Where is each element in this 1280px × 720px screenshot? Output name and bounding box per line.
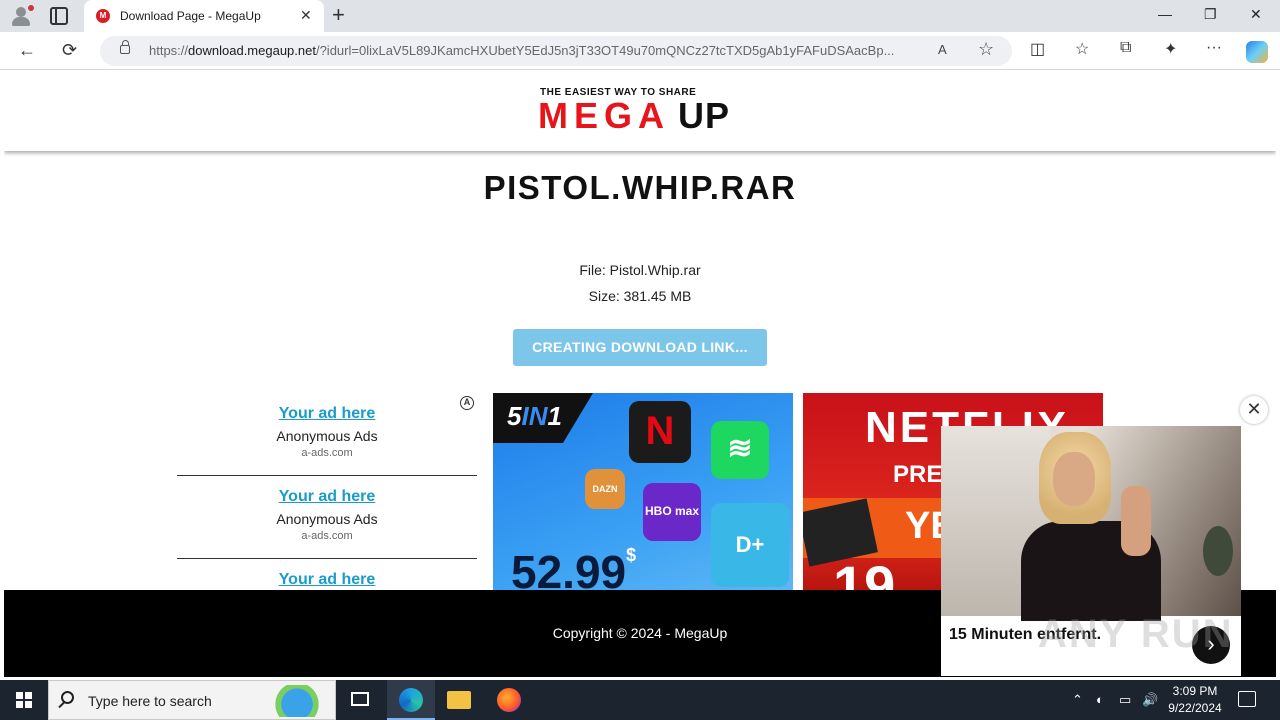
ad-domain: a-ads.com (301, 447, 353, 459)
browser-tab-active[interactable]: M Download Page - MegaUp ✕ (84, 0, 324, 32)
logo-up: UP (678, 95, 731, 136)
megaup-favicon-icon: M (96, 9, 110, 23)
copilot-icon[interactable] (1246, 41, 1268, 63)
windows-start-icon[interactable] (16, 692, 32, 708)
download-button[interactable]: CREATING DOWNLOAD LINK... (513, 329, 767, 366)
windows-taskbar: Type here to search ⌃ ◐ ▭ 🔊 3:09 PM 9/22… (0, 680, 1280, 720)
five-in-one-label: 5IN1 (507, 401, 562, 432)
favorite-star-icon[interactable]: ☆ (978, 39, 994, 60)
volume-icon[interactable]: 🔊 (1142, 692, 1158, 708)
tray-chevron-icon[interactable]: ⌃ (1072, 692, 1083, 708)
file-size-text: Size: 381.45 MB (588, 288, 692, 304)
url-path: /?idurl=0lixLaV5L89JKamcHXUbetY5EdJ5n3jT… (315, 43, 895, 58)
taskbar-firefox[interactable] (485, 680, 533, 720)
address-toolbar: ← ⟳ https://download.megaup.net/?idurl=0… (0, 32, 1280, 70)
banner2-premium-text: PRE (893, 461, 943, 488)
taskbar-edge[interactable] (387, 680, 435, 720)
text-ad-unit[interactable]: Your ad here Anonymous Ads a-ads.com (177, 393, 477, 476)
new-tab-button[interactable]: + (332, 3, 345, 27)
ad-link[interactable]: Your ad here (177, 405, 477, 423)
meet-now-icon[interactable]: ◐ (1096, 692, 1104, 707)
firefox-icon (497, 688, 521, 712)
popup-ad-photo[interactable] (941, 426, 1241, 621)
ad-link[interactable]: Your ad here (177, 488, 477, 506)
taskbar-clock[interactable]: 3:09 PM 9/22/2024 (1160, 683, 1230, 717)
netflix-app-icon: N (629, 401, 691, 463)
read-aloud-icon[interactable]: A (938, 42, 947, 57)
task-view-icon (351, 692, 369, 706)
browser-essentials-icon[interactable]: ✦ (1164, 39, 1177, 59)
notification-icon[interactable] (1238, 691, 1256, 707)
taskbar-file-explorer[interactable] (435, 680, 483, 720)
page-title: PISTOL.WHIP.RAR (483, 169, 797, 206)
restore-button[interactable]: ❐ (1204, 6, 1217, 23)
price-currency: $ (626, 545, 637, 565)
address-bar[interactable]: https://download.megaup.net/?idurl=0lixL… (100, 36, 1012, 66)
settings-menu-icon[interactable]: ··· (1206, 39, 1222, 57)
spotify-app-icon: ≋ (711, 421, 769, 479)
lock-icon[interactable] (120, 40, 130, 54)
bundle-price: 52.99$ (511, 545, 636, 593)
text-ads-column: A Your ad here Anonymous Ads a-ads.com Y… (177, 393, 477, 593)
profile-icon[interactable] (8, 4, 36, 28)
disney-plus-app-icon: D+ (711, 503, 789, 587)
ad-name: Anonymous Ads (276, 511, 378, 527)
collections-icon[interactable]: ⧉ (1120, 39, 1131, 57)
network-icon[interactable]: ▭ (1119, 692, 1131, 708)
five-text: 5 (507, 401, 522, 431)
dazn-app-icon: DAZN (585, 469, 625, 509)
refresh-button[interactable]: ⟳ (62, 39, 77, 61)
one-text: 1 (547, 401, 562, 431)
ad-name: Anonymous Ads (276, 428, 378, 444)
megaup-logo[interactable]: THE EASIEST WAY TO SHARE MEGA UP (538, 87, 743, 136)
edge-icon (399, 688, 423, 712)
tab-close-icon[interactable]: ✕ (300, 7, 312, 24)
ad-link[interactable]: Your ad here (177, 571, 477, 589)
hbo-max-app-icon: HBO max (643, 483, 701, 541)
window-close-button[interactable]: ✕ (1250, 6, 1262, 23)
search-placeholder: Type here to search (88, 693, 212, 709)
back-button[interactable]: ← (18, 39, 36, 61)
file-name-text: File: Pistol.Whip.rar (579, 262, 701, 278)
tab-title: Download Page - MegaUp (120, 9, 261, 23)
ad-domain: a-ads.com (301, 530, 353, 542)
url-text[interactable]: https://download.megaup.net/?idurl=0lixL… (149, 43, 929, 58)
search-icon (61, 691, 74, 704)
logo-mega: MEGA (538, 95, 670, 136)
url-scheme: https:// (149, 43, 189, 58)
text-ad-unit[interactable]: Your ad here Anonymous Ads a-ads.com (177, 476, 477, 559)
site-header: THE EASIEST WAY TO SHARE MEGA UP (4, 71, 1276, 151)
browser-tab-bar: M Download Page - MegaUp ✕ + — ❐ ✕ (0, 0, 1280, 32)
split-screen-icon[interactable]: ◫ (1030, 39, 1045, 59)
favorites-icon[interactable]: ☆ (1075, 39, 1089, 59)
banner2-number: 19 (833, 554, 896, 593)
clock-time: 3:09 PM (1172, 684, 1218, 698)
streaming-bundle-banner-ad[interactable]: 5IN1 N ≋ DAZN HBO max D+ 52.99$ (493, 393, 793, 593)
minimize-button[interactable]: — (1158, 6, 1172, 22)
anyrun-watermark: ANY RUN (1038, 612, 1234, 656)
tab-actions-icon[interactable] (50, 7, 68, 25)
search-highlight-icon[interactable] (263, 685, 331, 717)
in-text: IN (521, 401, 548, 431)
price-value: 52.99 (511, 546, 627, 593)
folder-icon (447, 691, 471, 709)
popup-close-button[interactable]: ✕ (1240, 396, 1268, 424)
clock-date: 9/22/2024 (1168, 701, 1222, 715)
task-view-button[interactable] (336, 680, 384, 720)
url-domain: download.megaup.net (188, 43, 316, 58)
taskbar-search-box[interactable]: Type here to search (48, 680, 336, 720)
